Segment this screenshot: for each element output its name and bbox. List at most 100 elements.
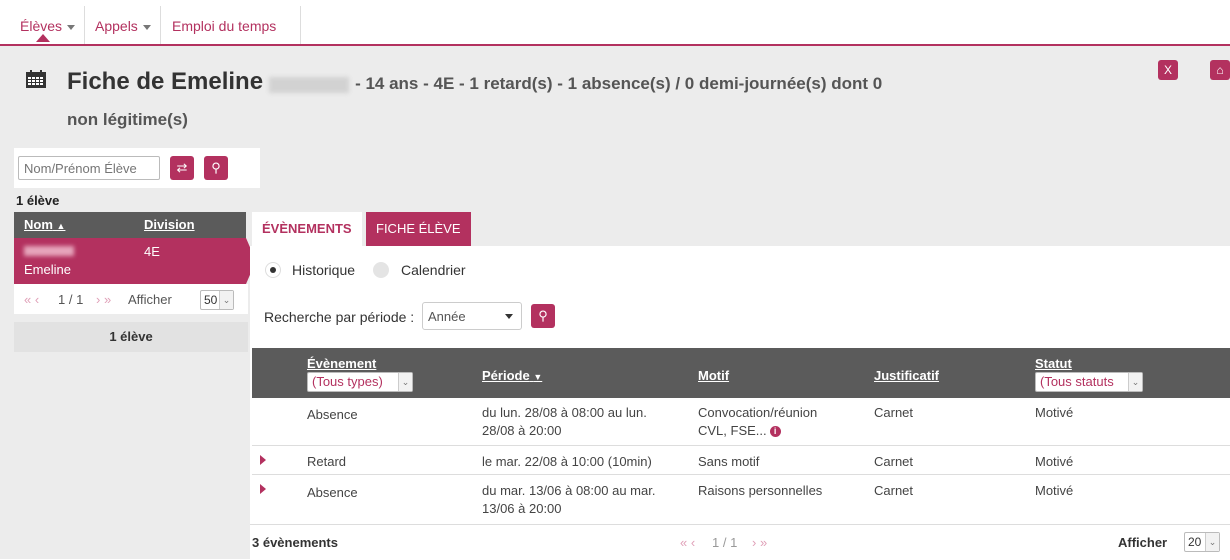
nav-divider [300, 6, 301, 44]
column-periode-label: Période [482, 368, 530, 383]
status-filter[interactable]: (Tous statuts ⌄ [1035, 372, 1143, 392]
events-table-header: Évènement (Tous types) ⌄ Période ▼ Motif… [252, 348, 1230, 398]
pager-first-prev-icon[interactable]: « ‹ [680, 535, 695, 550]
page-title-name: Fiche de Emeline [67, 68, 264, 95]
period-select-value: Année [428, 309, 466, 324]
column-periode[interactable]: Période ▼ [482, 368, 542, 383]
pager-next-last-icon[interactable]: › » [96, 292, 111, 307]
events-count: 3 évènements [252, 535, 338, 550]
column-nom-label: Nom [24, 217, 53, 232]
pager-show-label: Afficher [128, 292, 172, 307]
row-divider [252, 474, 1230, 475]
pager-position: 1 / 1 [58, 292, 84, 307]
row-period-line2: 13/06 à 20:00 [482, 501, 562, 516]
page-size-select[interactable]: 50 ⌄ [200, 290, 234, 310]
column-division[interactable]: Division [144, 217, 195, 232]
top-navigation: Élèves Appels Emploi du temps [0, 0, 1230, 46]
row-reason-line1: Convocation/réunion [698, 405, 818, 420]
expand-row-icon[interactable] [260, 484, 266, 494]
radio-historique-label: Historique [292, 262, 356, 278]
events-page-size-select[interactable]: 20 ⌄ [1184, 532, 1220, 552]
events-page-size-value: 20 [1188, 535, 1202, 549]
row-status: Motivé [1035, 454, 1074, 469]
row-proof: Carnet [874, 454, 914, 469]
column-evenement[interactable]: Évènement [307, 356, 376, 371]
chevron-down-icon: ⌄ [1128, 373, 1142, 391]
student-list-row[interactable]: Emeline 4E [14, 238, 246, 284]
chevron-down-icon: ⌄ [398, 373, 412, 391]
page-title-details: - 14 ans - 4E - 1 retard(s) - 1 absence(… [355, 74, 883, 93]
student-list-header: Nom ▲ Division [14, 212, 246, 238]
column-justificatif[interactable]: Justificatif [874, 368, 939, 383]
period-select[interactable]: Année [422, 302, 522, 330]
row-period-line1: du mar. 13/06 à 08:00 au mar. [482, 483, 656, 498]
student-first-name: Emeline [24, 262, 71, 277]
column-statut[interactable]: Statut [1035, 356, 1072, 371]
calendar-icon [26, 70, 46, 88]
nav-divider [160, 6, 161, 44]
nav-eleves-menu[interactable]: Élèves [20, 18, 76, 34]
radio-calendrier-label: Calendrier [401, 262, 466, 278]
student-division: 4E [144, 244, 160, 259]
events-pager-position: 1 / 1 [712, 535, 738, 550]
row-reason-line1: Sans motif [698, 454, 760, 469]
events-table-footer: 3 évènements « ‹ 1 / 1 › » Afficher 20 ⌄ [250, 524, 1230, 560]
pager-next-last-icon[interactable]: › » [752, 535, 767, 550]
tab-evenements[interactable]: ÉVÈNEMENTS [252, 212, 362, 246]
student-search-input[interactable] [18, 156, 160, 180]
radio-calendrier[interactable] [373, 262, 389, 278]
institution-icon[interactable]: ⌂ [1210, 60, 1230, 80]
sort-desc-icon: ▼ [533, 372, 543, 382]
redacted-surname [269, 77, 350, 94]
chevron-down-icon: ⌄ [1205, 533, 1219, 551]
row-event: Absence [307, 407, 358, 422]
column-nom[interactable]: Nom ▲ [24, 217, 65, 232]
pager-first-prev-icon[interactable]: « ‹ [24, 292, 39, 307]
student-list-pager: « ‹ 1 / 1 › » Afficher 50 ⌄ [14, 284, 248, 314]
row-status: Motivé [1035, 483, 1074, 498]
redacted-surname [24, 246, 74, 256]
swap-arrows-icon[interactable]: ⇄ [170, 156, 194, 180]
events-panel [250, 246, 1230, 559]
student-count: 1 élève [16, 193, 60, 208]
excel-export-icon[interactable]: X [1158, 60, 1178, 80]
student-list-footer: 1 élève [14, 322, 248, 352]
chevron-down-icon: ⌄ [219, 291, 233, 309]
row-reason-line2-wrap: CVL, FSE... i [698, 422, 781, 440]
row-proof: Carnet [874, 483, 914, 498]
row-divider [252, 445, 1230, 446]
row-status: Motivé [1035, 405, 1074, 420]
row-reason-line2: CVL, FSE... [698, 423, 767, 438]
nav-appels-label: Appels [95, 18, 138, 34]
page-title-continuation: non légitime(s) [67, 110, 188, 129]
radio-historique[interactable] [265, 262, 281, 278]
active-nav-indicator [36, 34, 50, 42]
row-event: Absence [307, 485, 358, 500]
page-title: Fiche de Emeline - 14 ans - 4E - 1 retard… [67, 68, 882, 96]
nav-eleves-label: Élèves [20, 18, 63, 34]
page-size-value: 50 [204, 293, 218, 307]
student-search-panel: ⇄ ⚲ [14, 148, 260, 188]
period-filter-label: Recherche par période : [264, 309, 415, 325]
row-period-line1: le mar. 22/08 à 10:00 (10min) [482, 454, 652, 469]
nav-divider [84, 6, 85, 44]
row-period-line1: du lun. 28/08 à 08:00 au lun. [482, 405, 647, 420]
chevron-down-icon [67, 24, 76, 30]
events-show-label: Afficher [1118, 535, 1168, 550]
nav-appels-menu[interactable]: Appels [95, 18, 151, 34]
expand-row-icon[interactable] [260, 455, 266, 465]
event-type-filter[interactable]: (Tous types) ⌄ [307, 372, 413, 392]
search-icon[interactable]: ⚲ [531, 304, 555, 328]
search-icon[interactable]: ⚲ [204, 156, 228, 180]
chevron-down-icon [142, 24, 151, 30]
info-icon[interactable]: i [769, 426, 781, 438]
student-list-footer-count: 1 élève [109, 329, 153, 344]
column-motif[interactable]: Motif [698, 368, 729, 383]
row-event: Retard [307, 454, 347, 469]
caret-down-icon [505, 314, 513, 319]
row-proof: Carnet [874, 405, 914, 420]
nav-emploi-du-temps[interactable]: Emploi du temps [172, 18, 276, 34]
row-reason-line1: Raisons personnelles [698, 483, 823, 498]
tab-fiche-eleve[interactable]: FICHE ÉLÈVE [366, 212, 471, 246]
sort-asc-icon: ▲ [56, 221, 66, 231]
